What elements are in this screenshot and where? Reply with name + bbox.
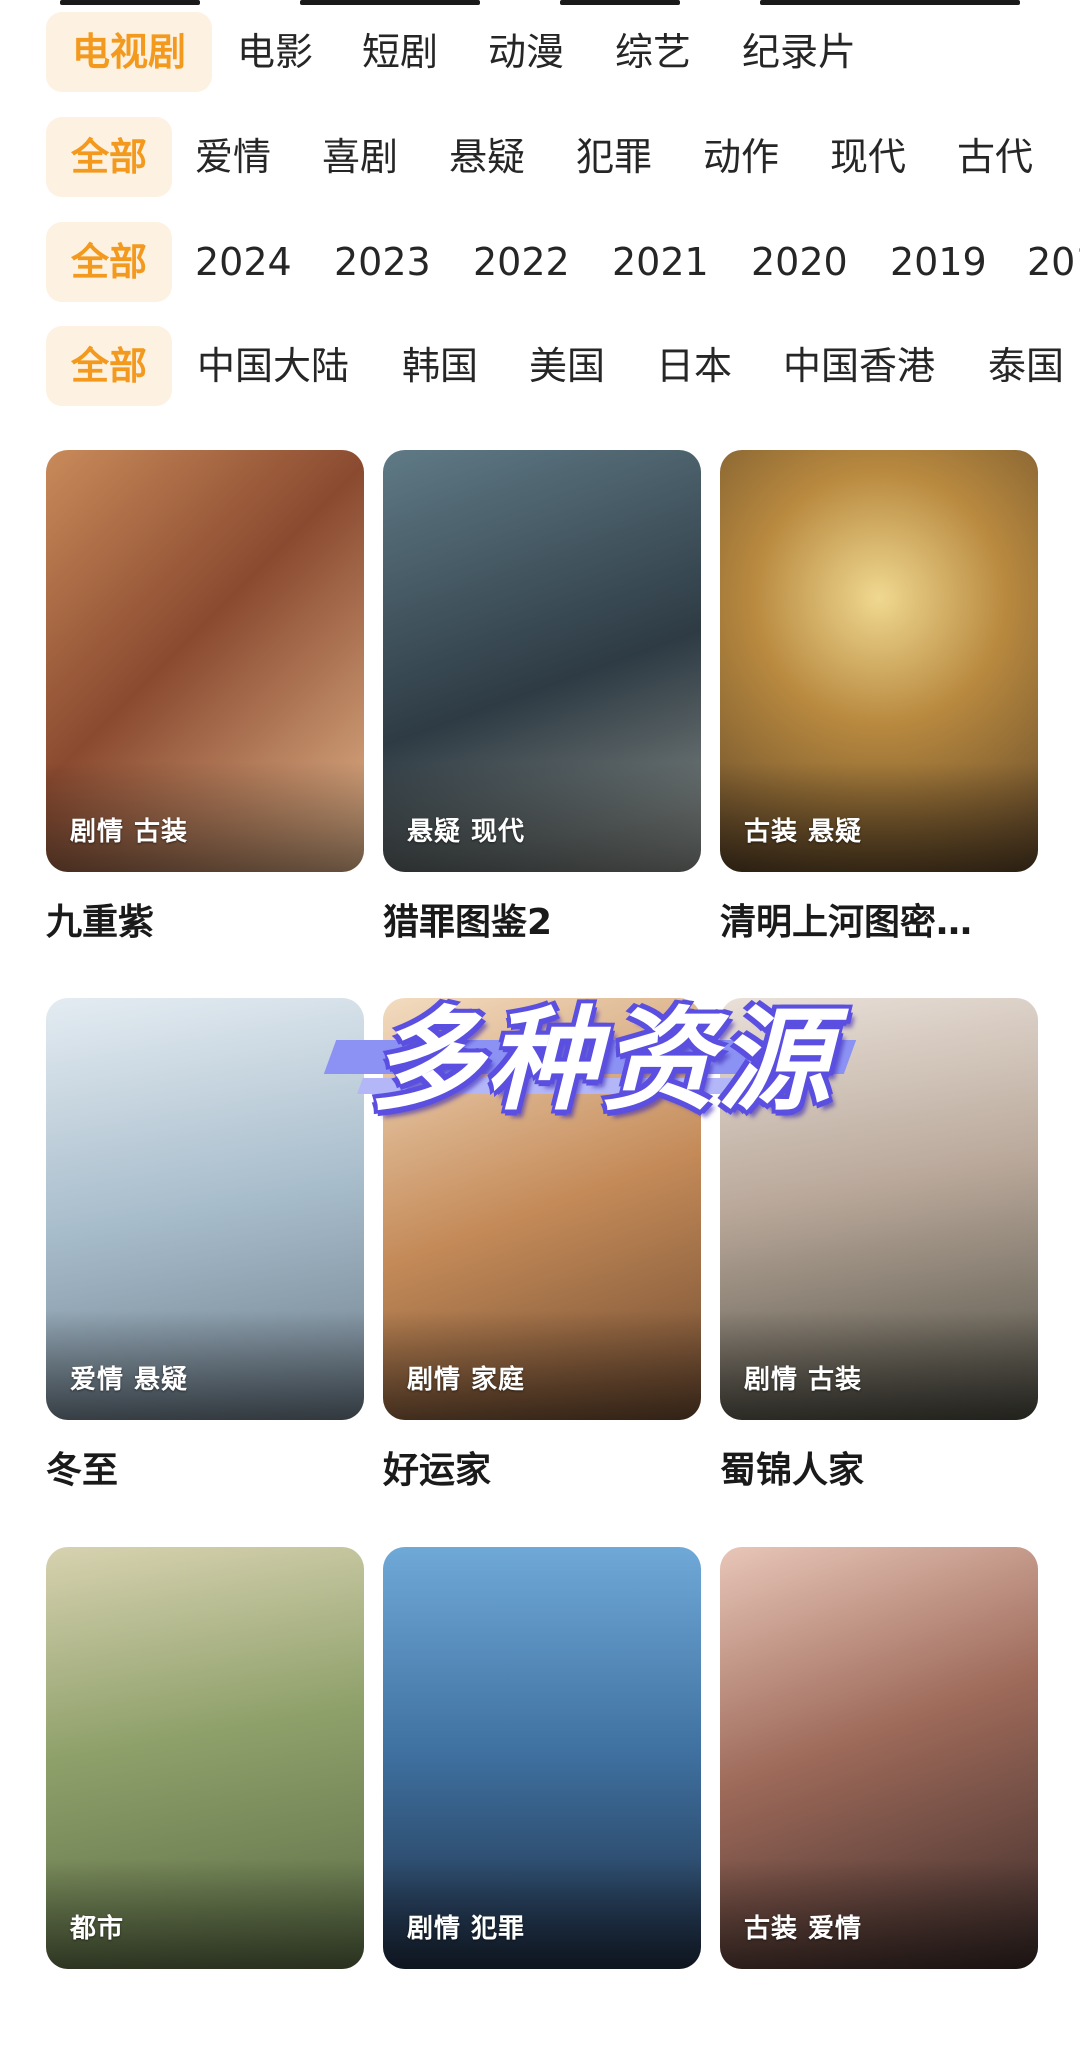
drama-card[interactable]: 古装 悬疑 清明上河图密… — [720, 450, 1038, 948]
poster-image[interactable]: 都市 — [46, 1547, 364, 1969]
drama-title[interactable] — [46, 1995, 364, 2045]
category-documentary[interactable]: 纪录片 — [742, 12, 856, 92]
region-filter-row: 全部 中国大陆 韩国 美国 日本 中国香港 泰国 — [0, 326, 1080, 406]
year-2022[interactable]: 2022 — [473, 222, 570, 302]
drama-title[interactable] — [383, 1995, 701, 2045]
year-all[interactable]: 全部 — [46, 222, 172, 302]
drama-title[interactable]: 九重紫 — [46, 898, 364, 948]
drama-card[interactable]: 剧情 家庭 好运家 — [383, 998, 701, 1496]
drama-card[interactable]: 剧情 犯罪 — [383, 1547, 701, 2045]
genre-tags: 悬疑 现代 — [407, 817, 526, 847]
genre-mystery[interactable]: 悬疑 — [449, 117, 525, 197]
genre-tags: 都市 — [70, 1914, 125, 1944]
poster-image[interactable]: 剧情 犯罪 — [383, 1547, 701, 1969]
region-korea[interactable]: 韩国 — [402, 326, 478, 406]
genre-modern[interactable]: 现代 — [830, 117, 906, 197]
drama-title[interactable]: 蜀锦人家 — [720, 1446, 1038, 1496]
genre-tags: 剧情 古装 — [744, 1365, 863, 1395]
year-2018-partial[interactable]: 201 — [1027, 222, 1080, 302]
drama-card[interactable]: 都市 — [46, 1547, 364, 2045]
drama-card[interactable]: 剧情 古装 九重紫 — [46, 450, 364, 948]
category-tv-series[interactable]: 电视剧 — [46, 12, 212, 92]
poster-image[interactable]: 爱情 悬疑 — [46, 998, 364, 1420]
category-variety[interactable]: 综艺 — [615, 12, 691, 92]
drama-card[interactable]: 悬疑 现代 猎罪图鉴2 — [383, 450, 701, 948]
category-short-drama[interactable]: 短剧 — [362, 12, 438, 92]
year-2024[interactable]: 2024 — [195, 222, 292, 302]
region-all[interactable]: 全部 — [46, 326, 172, 406]
genre-tags: 古装 悬疑 — [744, 817, 863, 847]
year-2023[interactable]: 2023 — [334, 222, 431, 302]
genre-tags: 剧情 家庭 — [407, 1365, 526, 1395]
poster-image[interactable]: 剧情 家庭 — [383, 998, 701, 1420]
genre-tags: 爱情 悬疑 — [70, 1365, 189, 1395]
drama-card[interactable]: 爱情 悬疑 冬至 — [46, 998, 364, 1496]
drama-title[interactable]: 猎罪图鉴2 — [383, 898, 701, 948]
genre-tags: 古装 爱情 — [744, 1914, 863, 1944]
region-usa[interactable]: 美国 — [529, 326, 605, 406]
region-mainland-china[interactable]: 中国大陆 — [197, 326, 349, 406]
genre-tags: 剧情 犯罪 — [407, 1914, 526, 1944]
drama-title[interactable] — [720, 1995, 1038, 2045]
drama-title[interactable]: 好运家 — [383, 1446, 701, 1496]
genre-crime[interactable]: 犯罪 — [576, 117, 652, 197]
poster-image[interactable]: 古装 悬疑 — [720, 450, 1038, 872]
year-2021[interactable]: 2021 — [612, 222, 709, 302]
genre-filter-row: 全部 爱情 喜剧 悬疑 犯罪 动作 现代 古代 — [0, 117, 1080, 197]
genre-romance[interactable]: 爱情 — [195, 117, 271, 197]
drama-card[interactable]: 古装 爱情 — [720, 1547, 1038, 2045]
poster-image[interactable]: 剧情 古装 — [46, 450, 364, 872]
year-filter-row: 全部 2024 2023 2022 2021 2020 2019 201 — [0, 222, 1080, 302]
region-hong-kong[interactable]: 中国香港 — [783, 326, 935, 406]
category-filter-row: 电视剧 电影 短剧 动漫 综艺 纪录片 — [0, 12, 1080, 92]
genre-ancient[interactable]: 古代 — [957, 117, 1033, 197]
drama-card[interactable]: 剧情 古装 蜀锦人家 — [720, 998, 1038, 1496]
top-cutoff-strip — [0, 0, 1080, 6]
category-anime[interactable]: 动漫 — [488, 12, 564, 92]
year-2020[interactable]: 2020 — [751, 222, 848, 302]
genre-comedy[interactable]: 喜剧 — [322, 117, 398, 197]
year-2019[interactable]: 2019 — [890, 222, 987, 302]
genre-tags: 剧情 古装 — [70, 817, 189, 847]
category-movie[interactable]: 电影 — [237, 12, 313, 92]
poster-image[interactable]: 古装 爱情 — [720, 1547, 1038, 1969]
region-thailand[interactable]: 泰国 — [988, 326, 1064, 406]
drama-title[interactable]: 冬至 — [46, 1446, 364, 1496]
genre-all[interactable]: 全部 — [46, 117, 172, 197]
drama-title[interactable]: 清明上河图密… — [720, 898, 1038, 948]
region-japan[interactable]: 日本 — [656, 326, 732, 406]
genre-action[interactable]: 动作 — [703, 117, 779, 197]
poster-image[interactable]: 剧情 古装 — [720, 998, 1038, 1420]
poster-image[interactable]: 悬疑 现代 — [383, 450, 701, 872]
